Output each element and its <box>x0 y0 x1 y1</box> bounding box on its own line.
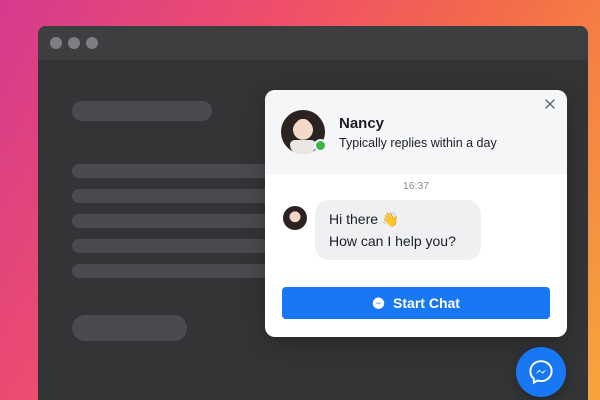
placeholder-heading <box>72 101 212 121</box>
placeholder-line <box>72 164 272 178</box>
message-bubble: Hi there 👋 How can I help you? <box>315 200 481 260</box>
placeholder-line <box>72 264 272 278</box>
window-titlebar <box>38 26 588 60</box>
start-chat-button[interactable]: Start Chat <box>282 287 550 319</box>
window-dot-icon[interactable] <box>86 37 98 49</box>
avatar-face <box>295 119 311 139</box>
agent-avatar <box>281 110 327 154</box>
messenger-launcher-button[interactable] <box>516 347 566 397</box>
placeholder-line <box>72 239 272 253</box>
online-status-indicator <box>314 139 327 152</box>
start-chat-label: Start Chat <box>393 295 460 311</box>
close-icon-glyph <box>545 99 555 109</box>
window-dot-icon[interactable] <box>68 37 80 49</box>
placeholder-line <box>72 214 272 228</box>
chat-widget: Nancy Typically replies within a day 16:… <box>265 90 567 337</box>
close-icon[interactable] <box>541 96 559 114</box>
message-text-line: How can I help you? <box>329 233 456 249</box>
placeholder-line <box>72 189 272 203</box>
avatar-shirt <box>290 140 316 154</box>
agent-name: Nancy <box>339 115 385 132</box>
messenger-icon <box>529 360 553 385</box>
agent-status: Typically replies within a day <box>339 136 497 150</box>
message-timestamp: 16:37 <box>402 180 430 192</box>
chat-header: Nancy Typically replies within a day <box>265 90 567 174</box>
agent-avatar-small <box>283 206 307 230</box>
message-text-line: Hi there 👋 <box>329 211 400 227</box>
window-dot-icon[interactable] <box>50 37 62 49</box>
messenger-icon <box>372 297 385 309</box>
placeholder-button <box>72 315 187 341</box>
